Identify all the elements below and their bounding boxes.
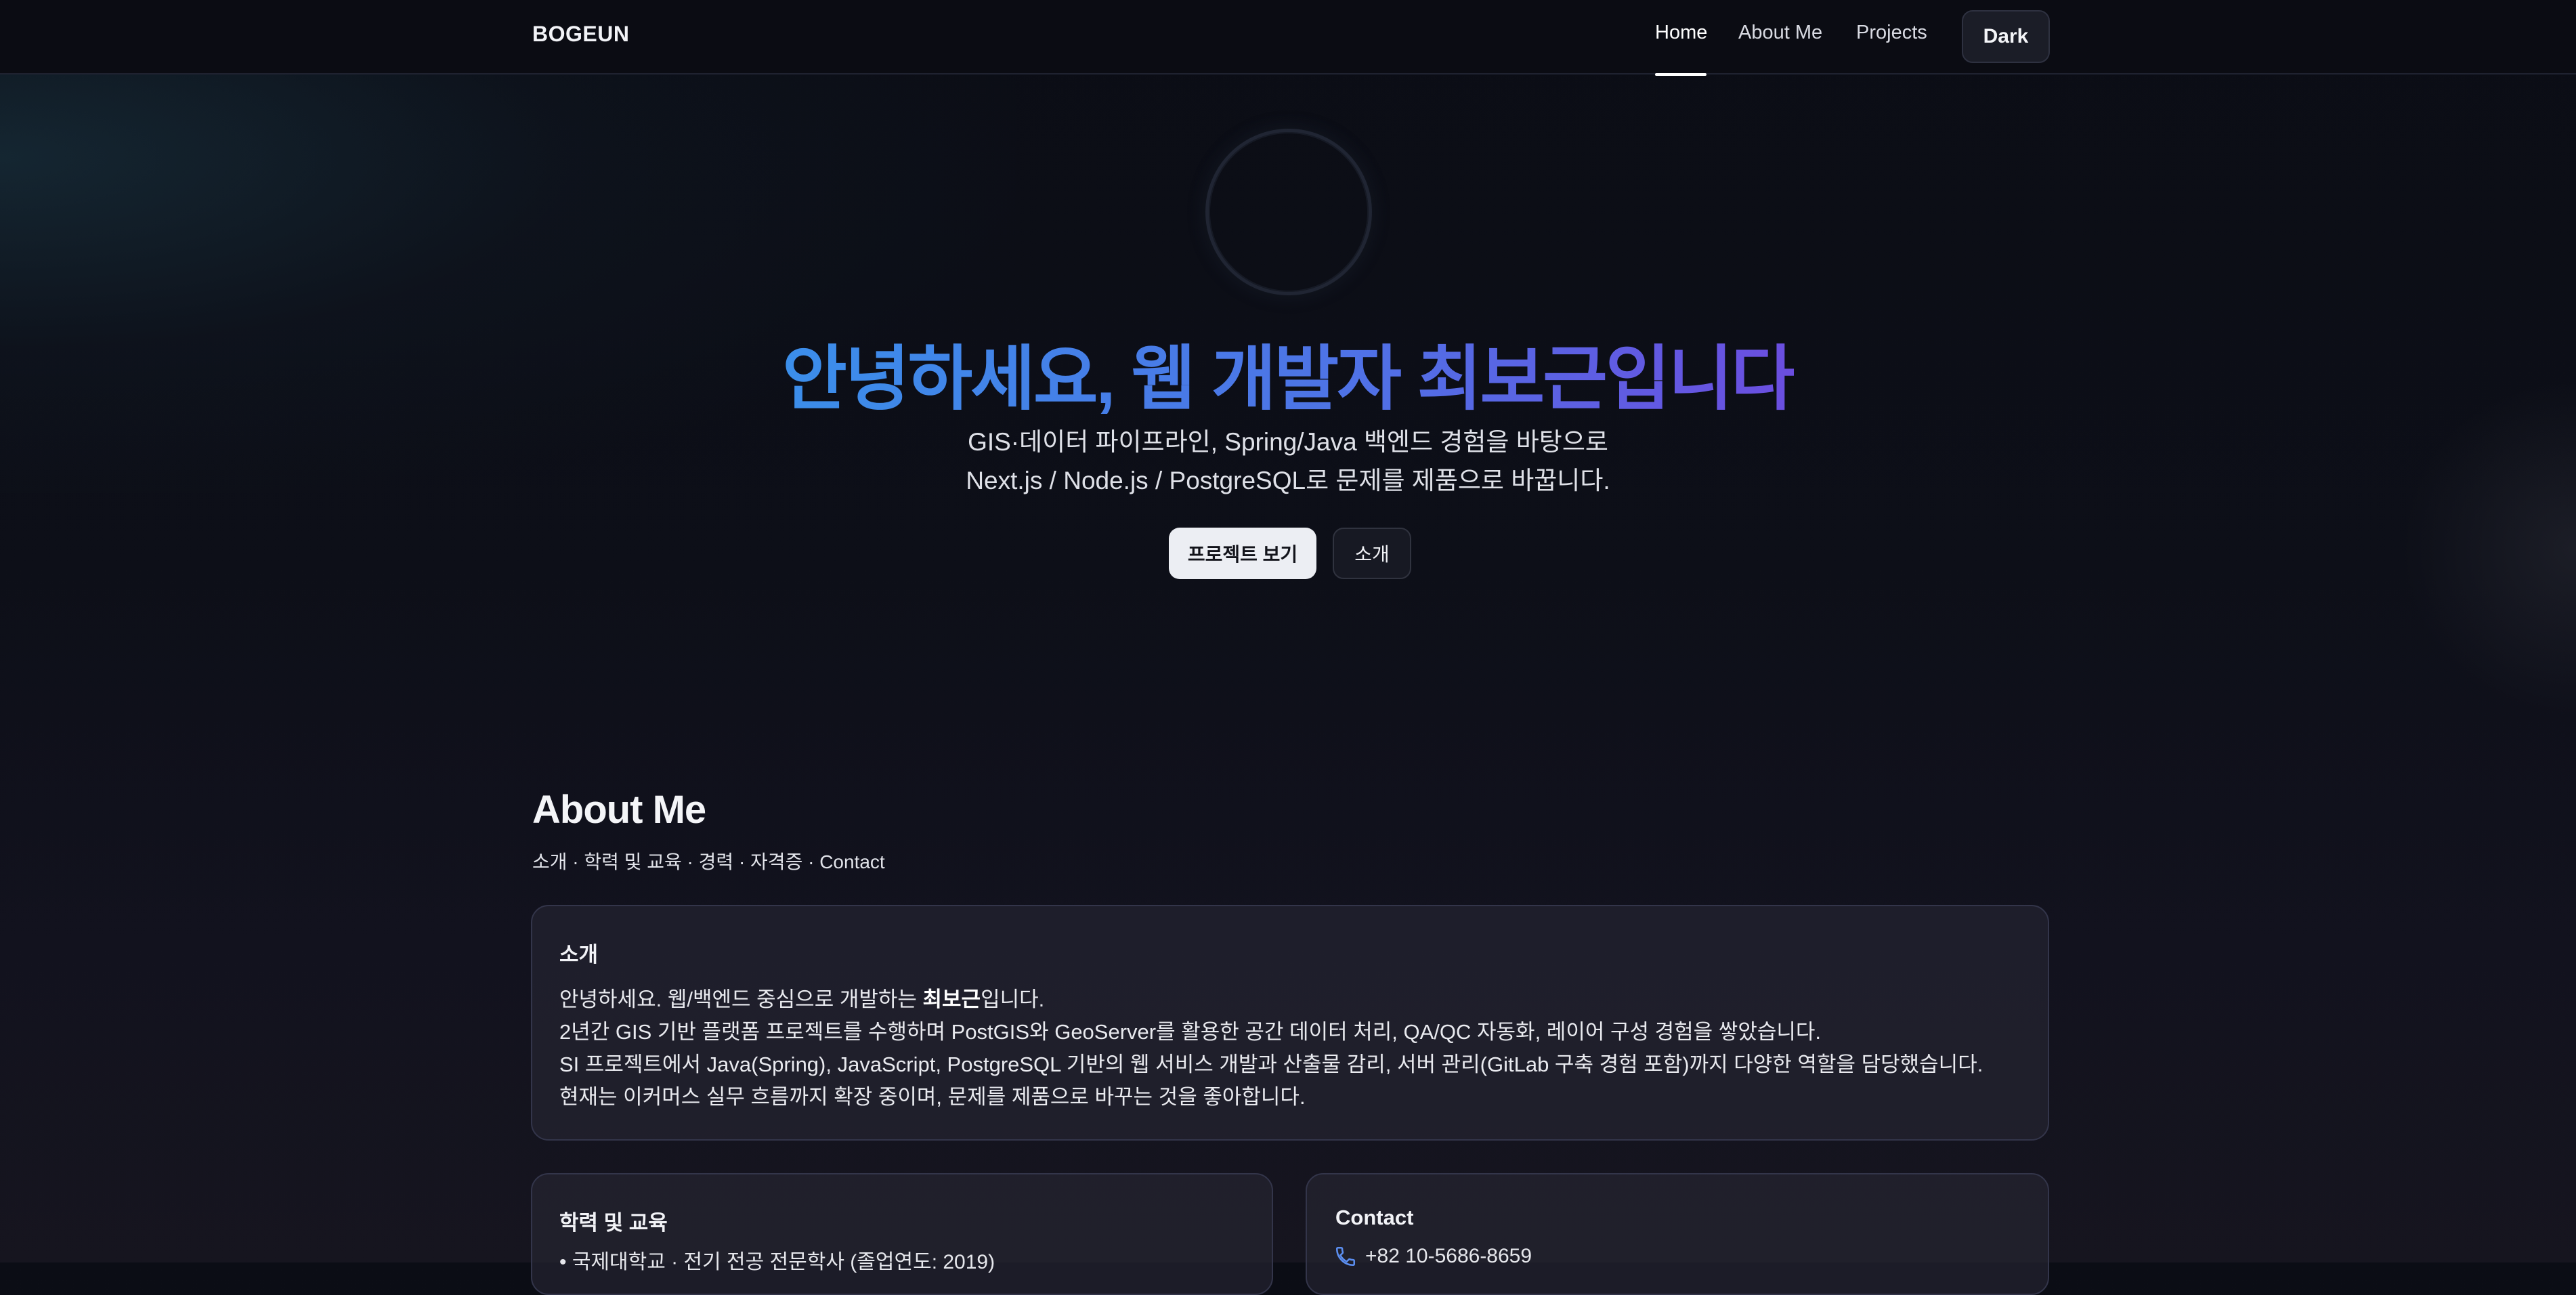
- intro-card-title: 소개: [559, 943, 599, 967]
- profile-avatar: [1205, 129, 1372, 295]
- about-section-title: About Me: [532, 788, 706, 832]
- theme-toggle-button[interactable]: Dark: [1962, 10, 2050, 63]
- hero-subtitle-line1: GIS·데이터 파이프라인, Spring/Java 백엔드 경험을 바탕으로: [968, 428, 1608, 456]
- intro-card-body: 안녕하세요. 웹/백엔드 중심으로 개발하는 최보근입니다. 2년간 GIS 기…: [559, 983, 1983, 1113]
- intro-line-1-suffix: 입니다.: [981, 988, 1045, 1011]
- intro-line-2: 2년간 GIS 기반 플랫폼 프로젝트를 수행하며 PostGIS와 GeoSe…: [559, 1020, 1822, 1044]
- brand-logo[interactable]: BOGEUN: [532, 22, 629, 47]
- contact-card-title: Contact: [1335, 1206, 1414, 1229]
- intro-line-1-prefix: 안녕하세요. 웹/백엔드 중심으로 개발하는: [559, 988, 923, 1011]
- nav-home[interactable]: Home: [1655, 22, 1708, 76]
- nav-projects[interactable]: Projects: [1856, 22, 1927, 44]
- top-navbar: BOGEUN Home About Me Projects Dark: [0, 0, 2576, 76]
- contact-card: Contact: [1306, 1173, 2049, 1295]
- view-projects-button[interactable]: 프로젝트 보기: [1169, 528, 1316, 579]
- contact-phone-text: +82 10-5686-8659: [1365, 1245, 1532, 1267]
- intro-name: 최보근: [922, 988, 981, 1011]
- intro-line-1: 안녕하세요. 웹/백엔드 중심으로 개발하는 최보근입니다.: [559, 983, 1983, 1016]
- nav-active-underline: [1655, 73, 1706, 76]
- nav-home-label: Home: [1655, 22, 1708, 43]
- education-card-title: 학력 및 교육: [559, 1211, 668, 1235]
- education-item: • 국제대학교 · 전기 전공 전문학사 (졸업연도: 2019): [559, 1251, 995, 1273]
- intro-card: 소개 안녕하세요. 웹/백엔드 중심으로 개발하는 최보근입니다. 2년간 GI…: [531, 905, 2049, 1141]
- about-section-subtitle: 소개 · 학력 및 교육 · 경력 · 자격증 · Contact: [532, 851, 885, 872]
- intro-button[interactable]: 소개: [1333, 528, 1411, 579]
- phone-icon: [1335, 1246, 1356, 1267]
- nav-about-me[interactable]: About Me: [1738, 22, 1822, 44]
- hero-title-text: 안녕하세요, 웹 개발자 최보근입니다: [782, 340, 1796, 419]
- contact-phone[interactable]: +82 10-5686-8659: [1334, 1245, 1532, 1268]
- hero-title: 안녕하세요, 웹 개발자 최보근입니다: [0, 321, 2576, 423]
- intro-line-3: SI 프로젝트에서 Java(Spring), JavaScript, Post…: [559, 1053, 1983, 1076]
- education-card: 학력 및 교육: [531, 1173, 1273, 1295]
- hero-subtitle-line2: Next.js / Node.js / PostgreSQL로 문제를 제품으로…: [966, 467, 1610, 494]
- intro-line-4: 현재는 이커머스 실무 흐름까지 확장 중이며, 문제를 제품으로 바꾸는 것을…: [559, 1085, 1306, 1109]
